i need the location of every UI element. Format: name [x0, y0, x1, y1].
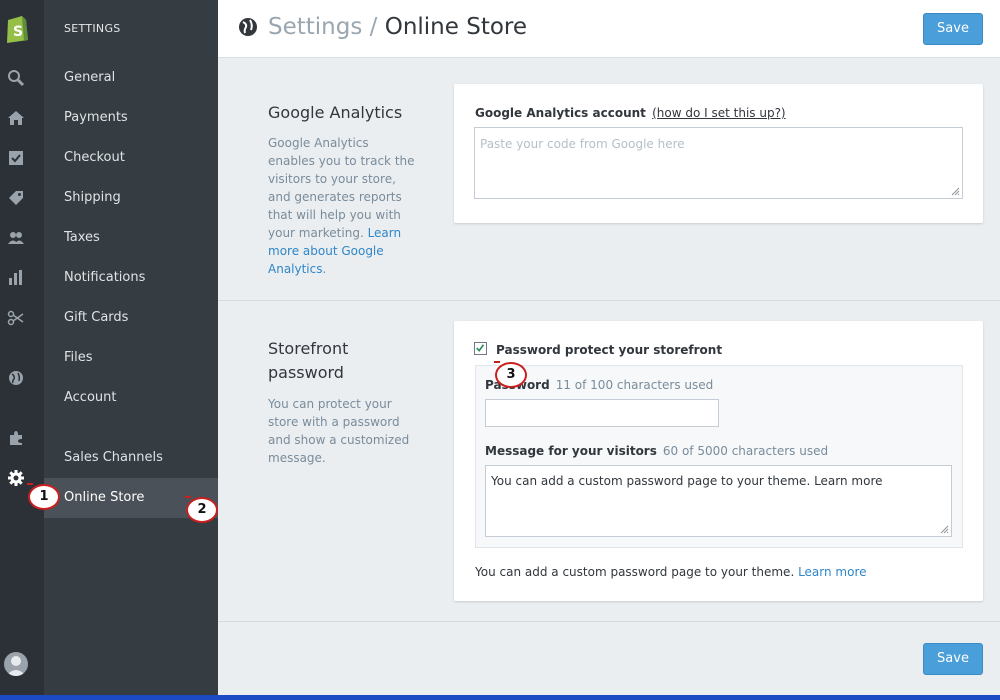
resize-grip-icon[interactable]	[951, 187, 960, 196]
nav-item-sales-channels[interactable]: Sales Channels	[44, 438, 218, 478]
nav-item-files[interactable]: Files	[44, 338, 218, 378]
analytics-account-text: Google Analytics account	[475, 106, 646, 120]
annotation-marker-2: 2	[185, 496, 218, 523]
analytics-account-label: Google Analytics account (how do I set t…	[475, 106, 786, 120]
save-button-bottom[interactable]: Save	[923, 643, 983, 675]
analytics-desc-end: .	[322, 262, 327, 276]
storefront-title-line2: password	[268, 363, 344, 382]
page-title: Online Store	[384, 14, 528, 40]
svg-text:S: S	[13, 24, 23, 40]
nav-item-general[interactable]: General	[44, 58, 218, 98]
nav-item-payments[interactable]: Payments	[44, 98, 218, 138]
breadcrumb: Settings / Online Store	[268, 14, 527, 40]
settings-heading: SETTINGS	[64, 22, 121, 35]
nav-item-taxes[interactable]: Taxes	[44, 218, 218, 258]
message-label-text: Message for your visitors	[485, 444, 657, 458]
shopify-logo-icon[interactable]: S	[4, 12, 30, 44]
discounts-icon[interactable]	[6, 308, 26, 328]
bottom-border	[0, 695, 1000, 700]
storefront-title: Storefront password	[268, 337, 348, 385]
analytics-description: Google Analytics enables you to track th…	[268, 134, 418, 278]
message-label: Message for your visitors 60 of 5000 char…	[485, 444, 828, 458]
settings-nav: SETTINGS General Payments Checkout Shipp…	[44, 0, 218, 700]
password-char-count: 11 of 100 characters used	[555, 378, 714, 392]
customers-icon[interactable]	[6, 228, 26, 248]
reports-icon[interactable]	[6, 268, 26, 288]
section-divider	[218, 621, 1000, 622]
annotation-marker-1: 1	[27, 483, 60, 510]
password-input[interactable]	[485, 399, 719, 427]
gear-icon[interactable]	[6, 468, 26, 488]
breadcrumb-separator: /	[362, 14, 385, 40]
avatar[interactable]	[4, 652, 28, 676]
password-protect-checkbox[interactable]	[474, 342, 487, 355]
help-link[interactable]: (how do I set this up?)	[652, 106, 786, 120]
globe-icon	[238, 17, 258, 37]
password-protect-label[interactable]: Password protect your storefront	[496, 343, 722, 357]
icon-rail: S	[0, 0, 44, 700]
home-icon[interactable]	[6, 108, 26, 128]
analytics-desc-text: Google Analytics enables you to track th…	[268, 136, 415, 240]
storefront-title-line1: Storefront	[268, 339, 349, 358]
message-char-count: 60 of 5000 characters used	[662, 444, 829, 458]
storefront-learn-more-link[interactable]: Learn more	[798, 565, 866, 579]
checkmark-icon	[476, 344, 485, 352]
annotation-marker-3: 3	[494, 361, 527, 388]
nav-item-notifications[interactable]: Notifications	[44, 258, 218, 298]
orders-icon[interactable]	[6, 148, 26, 168]
nav-item-shipping[interactable]: Shipping	[44, 178, 218, 218]
message-textarea[interactable]: You can add a custom password page to yo…	[485, 465, 952, 537]
globe-icon[interactable]	[6, 368, 26, 388]
search-icon[interactable]	[6, 68, 26, 88]
puzzle-icon[interactable]	[6, 428, 26, 448]
section-divider	[218, 300, 1000, 301]
nav-item-gift-cards[interactable]: Gift Cards	[44, 298, 218, 338]
save-button[interactable]: Save	[923, 13, 983, 45]
nav-item-account[interactable]: Account	[44, 378, 218, 418]
storefront-footer-text: You can add a custom password page to yo…	[475, 565, 799, 579]
storefront-description: You can protect your store with a passwo…	[268, 397, 410, 465]
breadcrumb-parent[interactable]: Settings	[268, 14, 362, 40]
resize-grip-icon[interactable]	[940, 525, 949, 534]
nav-item-checkout[interactable]: Checkout	[44, 138, 218, 178]
storefront-footer-note: You can add a custom password page to yo…	[475, 565, 867, 579]
page-header: Settings / Online Store	[218, 0, 1000, 58]
tag-icon[interactable]	[6, 188, 26, 208]
analytics-code-textarea[interactable]: Paste your code from Google here	[474, 127, 963, 199]
analytics-title: Google Analytics	[268, 103, 403, 122]
